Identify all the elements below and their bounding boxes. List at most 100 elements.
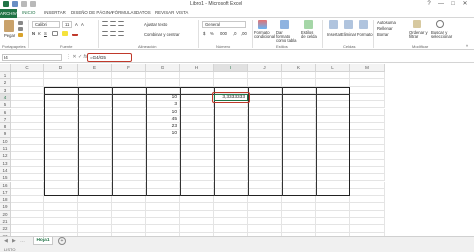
row-header[interactable]: 2: [0, 79, 11, 87]
cell-d21[interactable]: [44, 218, 78, 226]
more-sheets-icon[interactable]: …: [20, 238, 25, 244]
cell-l2[interactable]: [316, 79, 350, 87]
column-header[interactable]: C: [11, 64, 44, 72]
tab-review[interactable]: REVISAR: [155, 10, 174, 15]
cell-e19[interactable]: [78, 203, 112, 211]
bold-icon[interactable]: N: [32, 31, 35, 36]
cell-c3[interactable]: [11, 86, 44, 94]
font-size-select[interactable]: 11: [62, 21, 72, 28]
currency-icon[interactable]: $: [203, 31, 205, 36]
cell-d1[interactable]: [44, 72, 78, 80]
tab-insert[interactable]: INSERTAR: [44, 10, 66, 15]
comma-style-icon[interactable]: 000: [220, 31, 227, 36]
cell-g18[interactable]: [146, 196, 180, 204]
cell-i19[interactable]: [214, 203, 248, 211]
tab-view[interactable]: VISTA: [176, 10, 188, 15]
column-header[interactable]: K: [282, 64, 316, 72]
cell-h20[interactable]: [180, 210, 214, 218]
increase-decimal-icon[interactable]: ,0: [233, 31, 237, 36]
cell-c16[interactable]: [11, 181, 44, 189]
cell-d19[interactable]: [44, 203, 78, 211]
cell-styles-button[interactable]: Estilos de celda: [301, 30, 319, 39]
cell-k21[interactable]: [282, 218, 316, 226]
column-header[interactable]: I: [214, 64, 248, 72]
row-header[interactable]: 16: [0, 181, 11, 189]
row-header[interactable]: 17: [0, 188, 11, 197]
cell-k22[interactable]: [282, 225, 316, 233]
cell-m21[interactable]: [350, 218, 385, 226]
cell-m6[interactable]: [350, 108, 385, 116]
cell-m19[interactable]: [350, 203, 385, 211]
minimize-icon[interactable]: —: [436, 0, 446, 8]
cell-c9[interactable]: [11, 130, 44, 138]
cell-k2[interactable]: [282, 79, 316, 87]
row-header[interactable]: 6: [0, 108, 11, 116]
cell-c13[interactable]: [11, 159, 44, 167]
row-header[interactable]: 19: [0, 203, 11, 211]
cell-g21[interactable]: [146, 218, 180, 226]
cell-c7[interactable]: [11, 115, 44, 124]
help-icon[interactable]: ?: [424, 0, 434, 8]
font-name-select[interactable]: Calibri: [32, 21, 60, 28]
shrink-font-icon[interactable]: A: [81, 22, 84, 27]
align-middle-icon[interactable]: [110, 21, 116, 26]
cell-l19[interactable]: [316, 203, 350, 211]
italic-icon[interactable]: K: [38, 31, 41, 36]
row-header[interactable]: 13: [0, 159, 11, 167]
cell-h2[interactable]: [180, 79, 214, 87]
cell-j22[interactable]: [248, 225, 282, 233]
sheet-tab-hoja1[interactable]: Hoja1: [33, 237, 53, 245]
insert-button[interactable]: Insertar: [327, 32, 341, 37]
select-all-corner[interactable]: [0, 64, 11, 72]
cell-e1[interactable]: [78, 72, 112, 80]
cell-m18[interactable]: [350, 196, 385, 204]
cell-c19[interactable]: [11, 203, 44, 211]
cell-g22[interactable]: [146, 225, 180, 233]
sort-filter-button[interactable]: Ordenar y filtrar: [409, 30, 429, 39]
cell-e18[interactable]: [78, 196, 112, 204]
cell-i20[interactable]: [214, 210, 248, 218]
collapse-ribbon-icon[interactable]: ^: [466, 44, 468, 49]
cell-g1[interactable]: [146, 72, 180, 80]
cell-f18[interactable]: [112, 196, 146, 204]
cell-e21[interactable]: [78, 218, 112, 226]
paste-icon[interactable]: [4, 20, 14, 32]
row-header[interactable]: 11: [0, 145, 11, 153]
column-header[interactable]: J: [248, 64, 282, 72]
cell-c18[interactable]: [11, 196, 44, 204]
row-header[interactable]: 12: [0, 152, 11, 160]
cell-m8[interactable]: [350, 123, 385, 131]
cell-j20[interactable]: [248, 210, 282, 218]
row-header[interactable]: 18: [0, 196, 11, 204]
row-header[interactable]: 20: [0, 210, 11, 218]
formula-input[interactable]: =G4/G5: [87, 53, 132, 62]
row-header[interactable]: 21: [0, 218, 11, 226]
merge-center-button[interactable]: Combinar y centrar: [144, 32, 180, 37]
cell-c10[interactable]: [11, 137, 44, 145]
row-header[interactable]: 8: [0, 123, 11, 131]
cell-c17[interactable]: [11, 188, 44, 197]
cell-e2[interactable]: [78, 79, 112, 87]
conditional-format-icon[interactable]: [258, 20, 267, 29]
cell-m22[interactable]: [350, 225, 385, 233]
delete-button[interactable]: Eliminar: [341, 32, 356, 37]
tab-file[interactable]: ARCHIVO: [0, 9, 20, 18]
cell-m11[interactable]: [350, 145, 385, 153]
cell-j2[interactable]: [248, 79, 282, 87]
row-header[interactable]: 22: [0, 225, 11, 233]
wrap-text-button[interactable]: Ajustar texto: [144, 22, 167, 27]
add-sheet-icon[interactable]: +: [58, 237, 66, 245]
align-right-icon[interactable]: [118, 31, 124, 36]
save-icon[interactable]: [12, 1, 18, 7]
row-header[interactable]: 7: [0, 115, 11, 124]
cell-j19[interactable]: [248, 203, 282, 211]
cell-m1[interactable]: [350, 72, 385, 80]
cell-c11[interactable]: [11, 145, 44, 153]
cell-k18[interactable]: [282, 196, 316, 204]
align-center-icon[interactable]: [110, 31, 116, 36]
delete-cells-icon[interactable]: [344, 20, 353, 29]
cell-i18[interactable]: [214, 196, 248, 204]
cell-c12[interactable]: [11, 152, 44, 160]
clear-button[interactable]: Borrar: [377, 32, 389, 37]
cell-g19[interactable]: [146, 203, 180, 211]
